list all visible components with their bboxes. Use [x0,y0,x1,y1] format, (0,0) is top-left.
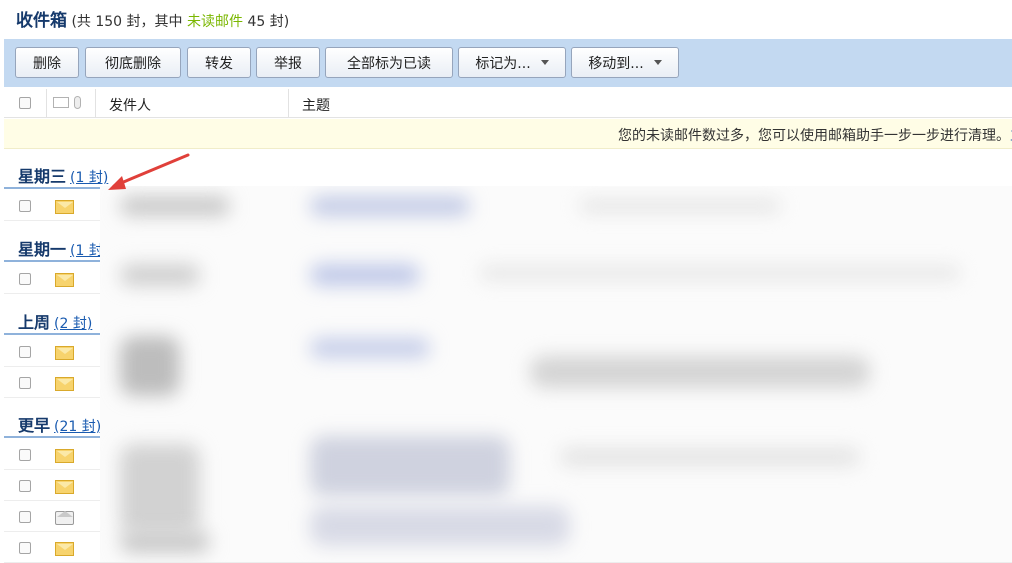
redacted-block [310,196,470,216]
envelope-closed-icon [55,480,74,494]
unread-mail-link[interactable]: 未读邮件 [187,14,243,30]
forward-label: 转发 [205,55,233,72]
group-underline [4,187,100,189]
envelope-closed-icon [55,273,74,287]
move-to-label: 移动到... [588,55,644,72]
envelope-closed-icon [55,200,74,214]
column-divider [288,89,289,117]
redacted-block [530,356,870,388]
row-checkbox[interactable] [19,511,31,523]
redacted-block [560,448,860,466]
group-name: 更早 [18,416,51,435]
redacted-block [120,444,200,534]
mailbox-title: 收件箱 [16,11,67,31]
redacted-block [310,436,510,496]
group-count-link[interactable]: (2 封) [54,316,92,332]
group-header-wednesday: 星期三 (1 封) [18,163,108,187]
group-underline [4,333,100,335]
chevron-down-icon [540,60,549,65]
permanent-delete-button[interactable]: 彻底删除 [85,47,181,78]
column-header: 发件人 主题 [4,89,1012,118]
envelope-closed-icon [55,542,74,556]
group-underline [4,260,100,262]
mark-as-label: 标记为... [475,55,531,72]
sender-column-header[interactable]: 发件人 [109,95,151,115]
redacted-block [120,264,200,286]
column-divider [95,89,96,117]
row-checkbox[interactable] [19,200,31,212]
annotation-arrow-icon [108,153,190,190]
row-checkbox[interactable] [19,449,31,461]
redacted-block [310,506,570,546]
row-checkbox[interactable] [19,542,31,554]
group-header-last-week: 上周 (2 封) [18,309,92,333]
group-name: 星期三 [18,167,67,186]
report-label: 举报 [274,55,302,72]
move-to-dropdown[interactable]: 移动到... [571,47,679,78]
row-checkbox[interactable] [19,480,31,492]
envelope-icon [53,97,69,108]
forward-button[interactable]: 转发 [187,47,251,78]
group-name: 上周 [18,313,51,332]
envelope-closed-icon [55,449,74,463]
mail-count-suffix: 45 封) [243,14,290,30]
report-button[interactable]: 举报 [256,47,320,78]
mark-all-read-label: 全部标为已读 [347,55,431,72]
redacted-mail-content [100,186,1012,562]
mailbox-header: 收件箱 (共 150 封，其中 未读邮件 45 封) [16,8,289,34]
notice-text: 您的未读邮件数过多，您可以使用邮箱助手一步一步进行清理。 [618,128,1010,144]
arrow-head [108,176,126,190]
redacted-block [580,200,780,212]
group-header-earlier: 更早 (21 封) [18,412,101,436]
mailbox-summary: (共 150 封，其中 未读邮件 45 封) [71,14,289,30]
envelope-closed-icon [55,346,74,360]
redacted-block [120,336,180,396]
arrow-shaft [112,153,190,188]
group-header-monday: 星期一 (1 封) [18,236,108,260]
mark-all-read-button[interactable]: 全部标为已读 [325,47,453,78]
row-checkbox[interactable] [19,346,31,358]
mail-count-prefix: (共 150 封，其中 [71,14,187,30]
group-count-link[interactable]: (21 封) [54,419,101,435]
permanent-delete-label: 彻底删除 [105,55,161,72]
row-checkbox[interactable] [19,273,31,285]
chevron-down-icon [653,60,662,65]
redacted-block [480,266,960,280]
notice-bar: 您的未读邮件数过多，您可以使用邮箱助手一步一步进行清理。立 [4,119,1012,149]
toolbar: 删除 彻底删除 转发 举报 全部标为已读 标记为... 移动到... [4,39,1012,87]
redacted-block [310,264,420,286]
row-checkbox[interactable] [19,377,31,389]
envelope-closed-icon [55,377,74,391]
group-name: 星期一 [18,240,67,259]
envelope-open-icon [55,511,74,525]
column-divider [46,89,47,117]
notice-message: 您的未读邮件数过多，您可以使用邮箱助手一步一步进行清理。立 [618,125,1012,145]
paperclip-icon [74,96,81,109]
mark-as-dropdown[interactable]: 标记为... [458,47,566,78]
select-all-checkbox[interactable] [19,97,31,109]
subject-column-header[interactable]: 主题 [302,95,330,115]
redacted-block [120,196,230,216]
delete-button[interactable]: 删除 [15,47,79,78]
redacted-block [120,531,210,553]
delete-button-label: 删除 [33,55,61,72]
group-underline [4,436,100,438]
redacted-block [310,338,430,358]
